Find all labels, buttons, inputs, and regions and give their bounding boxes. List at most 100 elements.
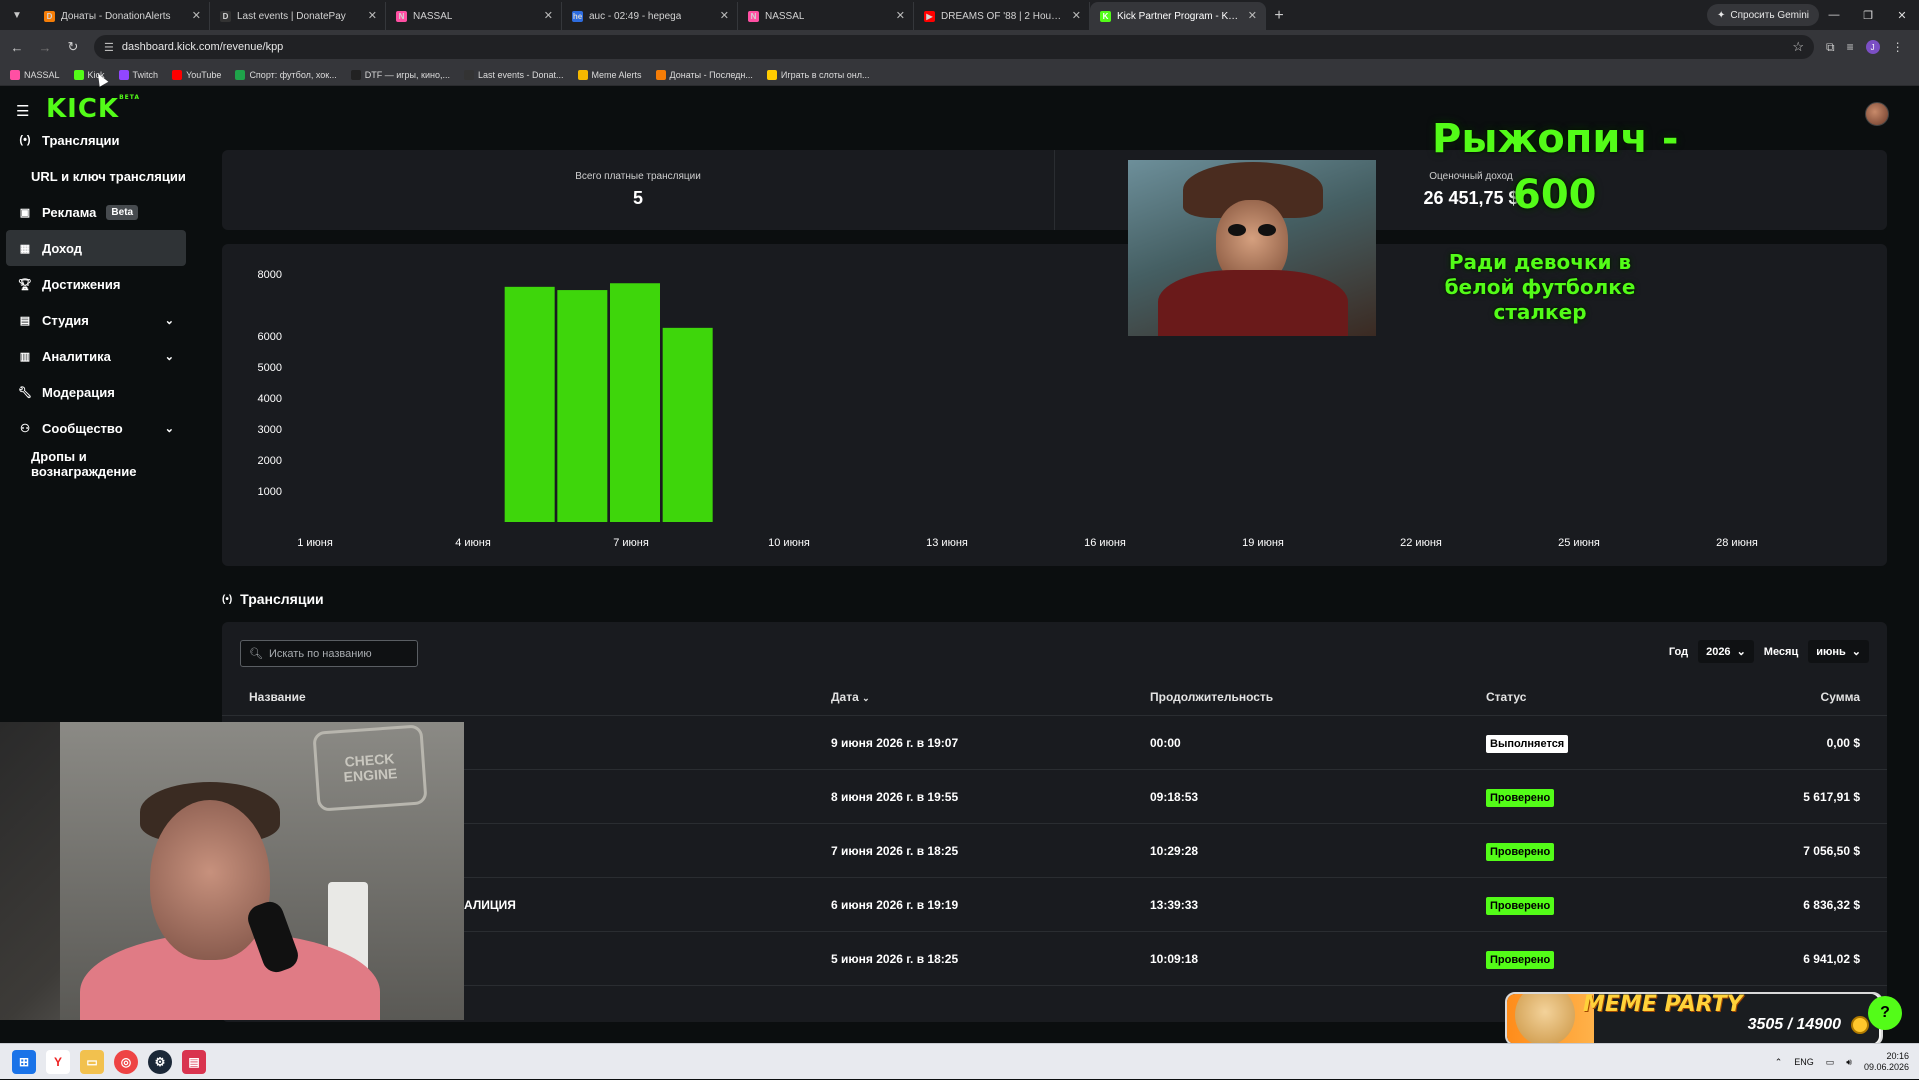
bookmark-item[interactable]: YouTube [172,69,221,80]
profile-avatar[interactable]: J [1865,40,1880,54]
bookmark-favicon-icon [235,69,246,80]
revenue-bar[interactable] [662,327,713,522]
sidebar-item[interactable]: ▦ Доход [6,230,186,266]
tab-search-icon[interactable]: ▼ [4,2,30,28]
sidebar-item[interactable]: 🔧︎ Модерация [6,374,186,410]
sidebar-item[interactable]: URL и ключ трансляции [6,158,186,194]
col-name[interactable]: Название [249,690,306,704]
kick-logo[interactable]: KICKBETA [46,94,140,124]
help-chat-icon[interactable]: ? [1868,996,1902,1030]
browser-tab[interactable]: K Kick Partner Program - Kick Da... ✕ [1090,2,1266,30]
chevron-down-icon[interactable]: ⌄ [165,314,174,327]
stream-date: 9 июня 2026 г. в 19:07 [831,735,959,750]
month-label: Месяц [1763,645,1799,658]
url-field[interactable]: ☰ dashboard.kick.com/revenue/kpp ☆ [94,35,1814,59]
bookmark-item[interactable]: NASSAL [10,69,60,80]
chevron-down-icon[interactable]: ⌄ [165,422,174,435]
chrome-icon[interactable]: ◎ [114,1049,138,1074]
close-window-icon[interactable]: ✕ [1885,0,1919,30]
table-row[interactable]: 5 июня 2026 г. в 18:25 10:09:18 Проверен… [222,932,1887,986]
close-tab-icon[interactable]: ✕ [192,9,201,22]
search-input[interactable] [268,647,409,660]
sidebar-item[interactable]: ▤ Студия ⌄ [6,302,186,338]
close-tab-icon[interactable]: ✕ [896,9,905,22]
tab-favicon-icon: D [220,10,231,22]
table-row[interactable]: АЛИЦИЯ 6 июня 2026 г. в 19:19 13:39:33 П… [222,878,1887,932]
table-row[interactable]: 8 июня 2026 г. в 19:55 09:18:53 Проверен… [222,770,1887,824]
table-row[interactable]: 9 июня 2026 г. в 19:07 00:00 Выполняется… [222,716,1887,770]
media-controls-icon[interactable]: ≡ [1847,40,1854,54]
tray-expand-icon[interactable]: ⌃ [1775,1057,1783,1068]
chevron-down-icon[interactable]: ⌄ [165,350,174,363]
close-tab-icon[interactable]: ✕ [544,9,553,22]
close-tab-icon[interactable]: ✕ [1072,9,1081,22]
search-icon: 🔍︎ [249,648,263,660]
close-tab-icon[interactable]: ✕ [368,9,377,22]
bookmark-item[interactable]: DTF — игры, кино,... [350,69,450,80]
file-explorer-icon[interactable]: ▭ [80,1049,104,1074]
clock[interactable]: 20:16 09.06.2026 [1864,1051,1909,1073]
bookmark-favicon-icon [463,69,474,80]
month-select[interactable]: июнь ⌄ [1808,640,1869,663]
close-tab-icon[interactable]: ✕ [720,9,729,22]
language-indicator[interactable]: ENG [1794,1057,1814,1067]
browser-tab[interactable]: ▶ DREAMS OF '88 | 2 Hour Sy... ✕ [914,2,1090,30]
sidebar-item[interactable]: ▥ Аналитика ⌄ [6,338,186,374]
estimated-income-value: 26 451,75 $ [1423,188,1519,208]
steam-icon[interactable]: ⚙ [148,1049,172,1074]
bookmark-item[interactable]: Twitch [118,69,158,80]
broadcast-icon: (•) [19,134,31,146]
sidebar-item[interactable]: 🏆︎ Достижения [6,266,186,302]
coin-icon [1851,1016,1869,1034]
user-avatar[interactable] [1865,102,1889,126]
menu-kebab-icon[interactable]: ⋮ [1892,40,1904,54]
search-box: 🔍︎ [240,640,418,667]
browser-tab[interactable]: D Донаты - DonationAlerts ✕ [34,2,210,30]
new-tab-button[interactable]: + [1266,3,1292,29]
bookmark-item[interactable]: Last events - Donat... [463,69,564,80]
network-icon[interactable]: ▭ [1826,1057,1835,1068]
hamburger-menu-icon[interactable]: ☰ [16,102,29,120]
revenue-bar[interactable] [504,286,555,522]
bookmark-favicon-icon [350,69,361,80]
sidebar-item[interactable]: (•) Трансляции [6,122,186,158]
site-info-icon[interactable]: ☰ [104,41,114,54]
col-sum[interactable]: Сумма [1821,690,1860,704]
forward-icon[interactable]: → [34,36,56,58]
sidebar-item[interactable]: ⚇ Сообщество ⌄ [6,410,186,446]
browser-tab[interactable]: D Last events | DonatePay ✕ [210,2,386,30]
revenue-bar[interactable] [610,283,660,522]
bookmark-item[interactable]: Донаты - Последн... [655,69,753,80]
browser-tab[interactable]: he auc - 02:49 - hepega ✕ [562,2,738,30]
reload-icon[interactable]: ↻ [62,36,84,58]
sidebar-nav: (•) Трансляции URL и ключ трансляции ▣ Рекла… [6,122,186,482]
volume-icon[interactable]: 🔊︎ [1846,1057,1852,1068]
restore-icon[interactable]: ❐ [1851,0,1885,30]
tab-title: auc - 02:49 - hepega [589,10,682,22]
col-date[interactable]: Дата ⌄ [831,690,870,704]
bookmark-star-icon[interactable]: ☆ [1792,39,1804,55]
bookmark-item[interactable]: Играть в слоты онл... [766,69,870,80]
browser-tab[interactable]: N NASSAL ✕ [738,2,914,30]
back-icon[interactable]: ← [6,36,28,58]
close-tab-icon[interactable]: ✕ [1248,9,1257,22]
col-duration[interactable]: Продолжительность [1150,690,1273,704]
sidebar-item[interactable]: Дропы и вознаграждение [6,446,186,482]
col-status[interactable]: Статус [1486,690,1526,704]
y-tick-label: 6000 [258,331,282,343]
sidebar-item[interactable]: ▣ Реклама Beta [6,194,186,230]
windows-start-icon[interactable]: ⊞ [12,1049,36,1074]
app-icon[interactable]: ▤ [182,1049,206,1074]
table-row[interactable]: 7 июня 2026 г. в 18:25 10:29:28 Проверен… [222,824,1887,878]
minimize-icon[interactable]: — [1817,0,1851,30]
paid-streams-value: 5 [632,188,643,208]
wrench-icon: 🔧︎ [18,386,32,399]
bookmark-item[interactable]: Meme Alerts [577,69,642,80]
year-select[interactable]: 2026 ⌄ [1698,640,1754,663]
bookmark-item[interactable]: Спорт: футбол, хок... [235,69,337,80]
browser-tab[interactable]: N NASSAL ✕ [386,2,562,30]
revenue-bar[interactable] [557,290,608,522]
extensions-icon[interactable]: ⧉ [1826,40,1835,55]
yandex-browser-icon[interactable]: Y [46,1049,70,1074]
ask-gemini-button[interactable]: ✦ Спросить Gemini [1707,4,1819,26]
